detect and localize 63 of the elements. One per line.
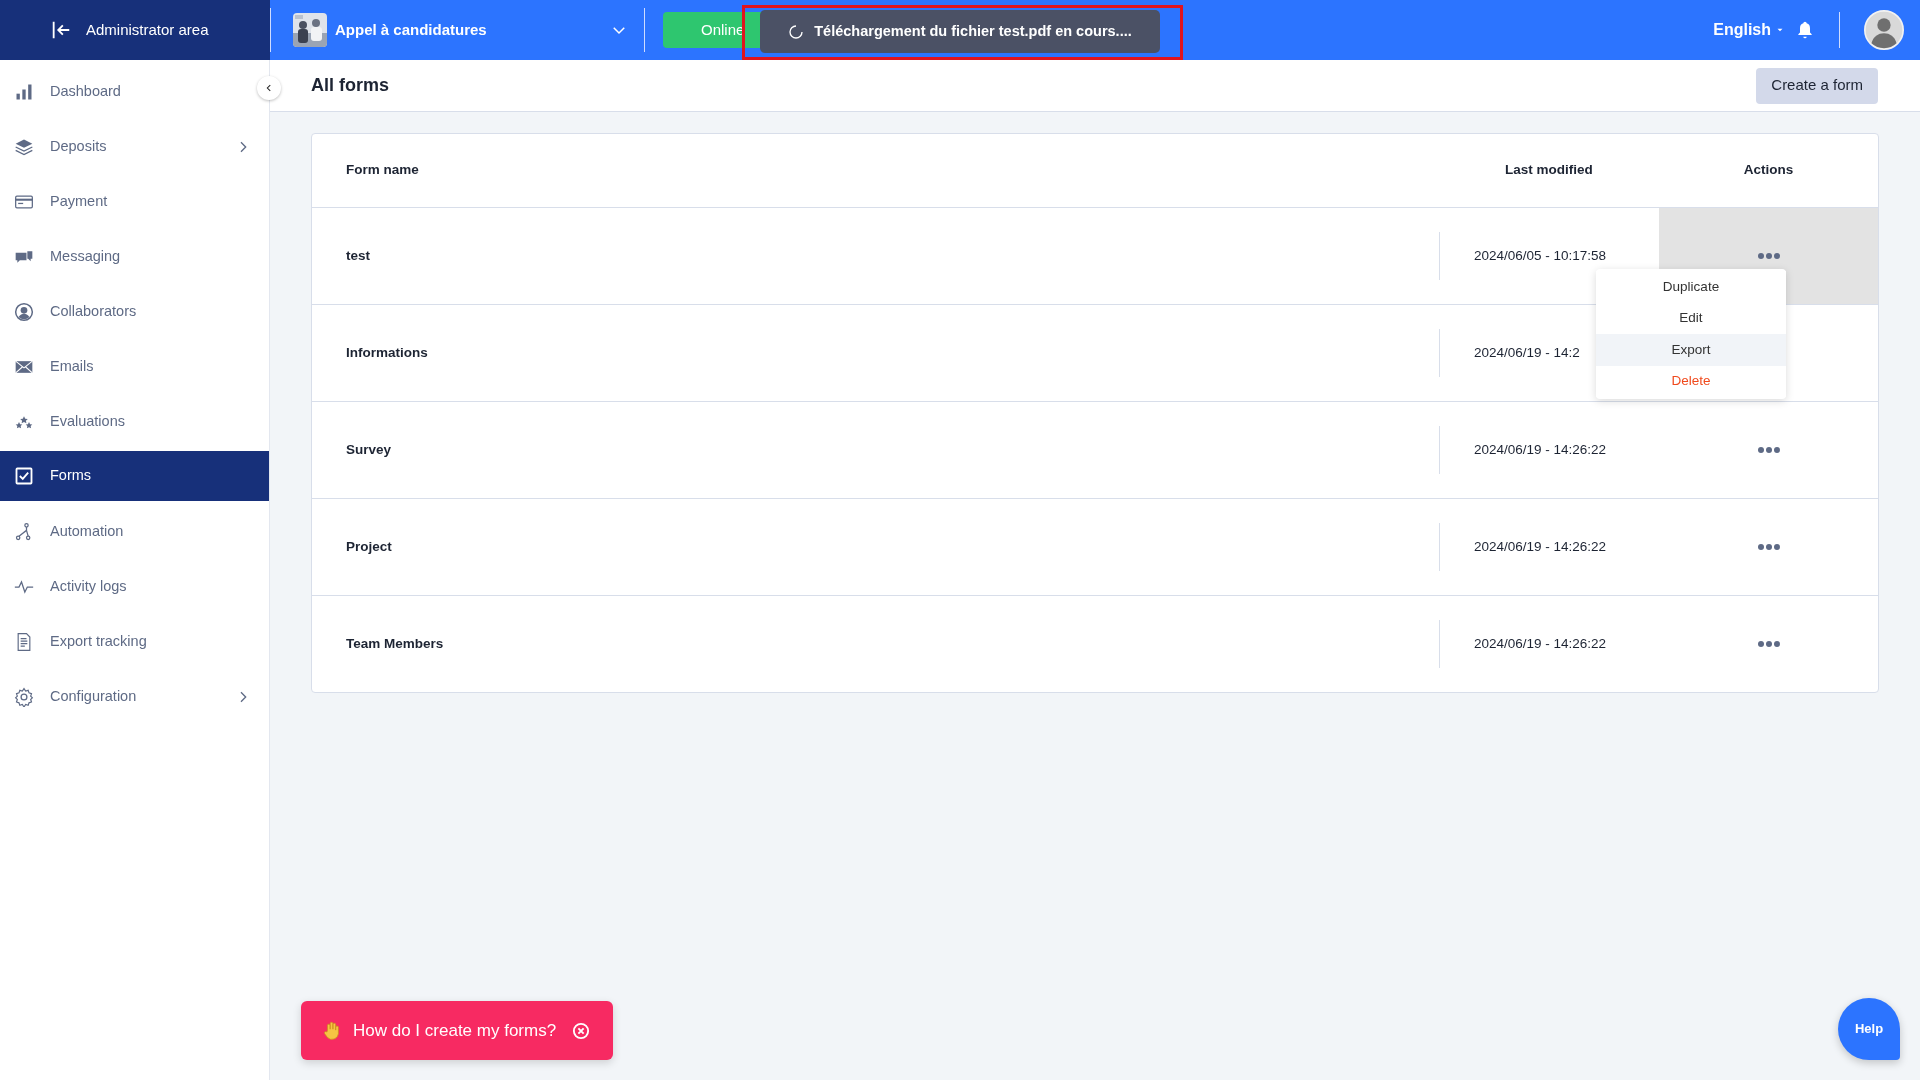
sidebar-label: Deposits xyxy=(50,136,107,156)
modified-date: 2024/06/19 - 14:2 xyxy=(1474,343,1580,362)
more-icon xyxy=(1757,446,1780,454)
sidebar-label: Automation xyxy=(50,521,124,541)
sidebar-label: Collaborators xyxy=(50,301,137,321)
language-selector[interactable]: English xyxy=(1713,18,1771,42)
sidebar-label: Payment xyxy=(50,191,108,211)
checkbox-icon xyxy=(14,466,34,486)
sidebar-label: Activity logs xyxy=(50,576,127,596)
column-header: Last modified xyxy=(1505,161,1593,180)
project-name: Appel à candidatures xyxy=(335,19,487,40)
more-icon xyxy=(1757,543,1780,551)
chevron-icon xyxy=(264,83,274,93)
sidebar-label: Configuration xyxy=(50,686,137,706)
more-icon xyxy=(1757,252,1780,260)
page-title: All forms xyxy=(311,74,389,97)
create-form-button[interactable]: Create a form xyxy=(1756,67,1878,104)
menu-item[interactable]: Edit xyxy=(1596,302,1786,334)
help-prompt[interactable]: How do I create my forms? xyxy=(301,1001,613,1060)
more-icon xyxy=(1757,640,1780,648)
column-header: Form name xyxy=(346,161,419,180)
sidebar-label: Emails xyxy=(50,356,94,376)
toast-message: Téléchargement du fichier test.pdf en cours.... xyxy=(814,21,1132,41)
bell-icon[interactable] xyxy=(1795,20,1815,40)
modified-date: 2024/06/19 - 14:26:22 xyxy=(1474,440,1607,459)
sidebar-label: Export tracking xyxy=(50,631,147,651)
close-icon xyxy=(572,1021,591,1040)
sidebar-label: Dashboard xyxy=(50,81,121,101)
sidebar-item[interactable]: Automation xyxy=(0,504,269,559)
sidebar-item[interactable]: Activity logs xyxy=(0,559,269,614)
sidebar-item[interactable]: Forms xyxy=(0,451,269,501)
exit-icon xyxy=(50,19,72,41)
sidebar-label: Forms xyxy=(50,466,92,486)
help-button[interactable]: Help xyxy=(1838,998,1900,1060)
sidebar-item[interactable]: Export tracking xyxy=(0,614,269,669)
admin-area-link[interactable]: Administrator area xyxy=(86,18,209,42)
avatar-icon[interactable] xyxy=(1864,10,1904,50)
sidebar-item[interactable]: Deposits xyxy=(0,119,269,174)
sidebar-item[interactable]: Configuration xyxy=(0,669,269,724)
project-selector[interactable]: Appel à candidatures xyxy=(270,8,644,52)
spinner-icon xyxy=(788,23,805,40)
settings-icon xyxy=(14,686,34,707)
sidebar-item[interactable]: Collaborators xyxy=(0,284,269,339)
form-name: Team Members xyxy=(346,634,444,653)
modified-date: 2024/06/19 - 14:26:22 xyxy=(1474,634,1607,653)
form-name: test xyxy=(346,246,370,265)
menu-item[interactable]: Delete xyxy=(1596,365,1786,397)
form-name: Informations xyxy=(346,343,428,362)
column-header: Actions xyxy=(1743,161,1794,180)
form-name: Survey xyxy=(346,440,392,459)
sidebar-label: Evaluations xyxy=(50,411,125,431)
user-icon xyxy=(14,301,34,322)
modified-date: 2024/06/19 - 14:26:22 xyxy=(1474,537,1607,556)
sidebar-item[interactable]: Evaluations xyxy=(0,394,269,449)
modified-date: 2024/06/05 - 10:17:58 xyxy=(1474,246,1607,265)
menu-item[interactable]: Duplicate xyxy=(1596,271,1786,303)
sidebar-item[interactable]: Payment xyxy=(0,174,269,229)
form-name: Project xyxy=(346,537,392,556)
sidebar-item[interactable]: Emails xyxy=(0,339,269,394)
sidebar-item[interactable]: Dashboard xyxy=(0,64,269,119)
menu-item[interactable]: Export xyxy=(1596,334,1786,366)
sidebar-item[interactable]: Messaging xyxy=(0,229,269,284)
sidebar-label: Messaging xyxy=(50,246,121,266)
